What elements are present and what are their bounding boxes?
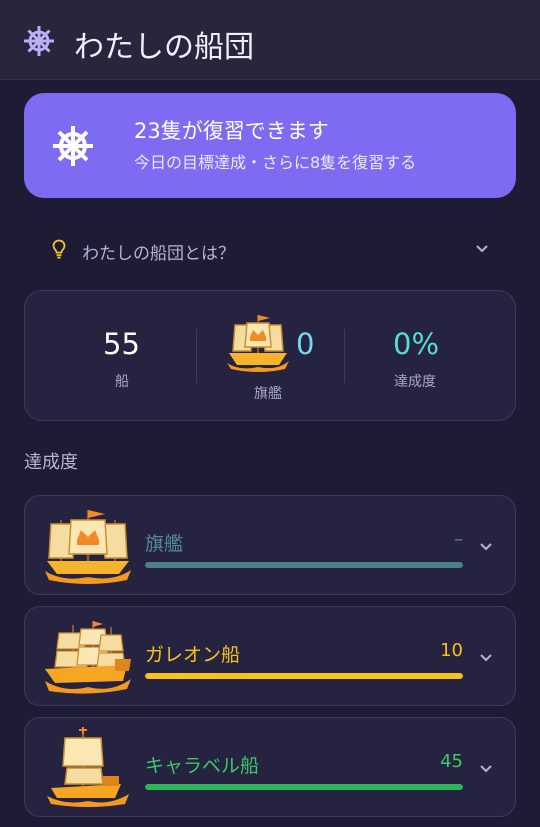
about-fleet-label: わたしの船団とは？ (82, 244, 235, 264)
category-count: – (454, 529, 463, 550)
ship-wheel-icon (53, 126, 93, 166)
completion-label: 達成度 (394, 374, 436, 390)
chevron-down-icon (480, 765, 492, 773)
progress-bar (145, 562, 463, 568)
flagship-count-value: 0 (296, 327, 315, 361)
review-banner[interactable]: 23隻が復習できます 今日の目標達成・さらに8隻を復習する (24, 93, 516, 198)
section-title: 達成度 (24, 452, 78, 473)
category-count: 45 (440, 751, 463, 772)
progress-fill (145, 784, 463, 790)
page-title: わたしの船団 (74, 30, 254, 65)
chevron-down-icon (476, 245, 488, 253)
flagship-count-label: 旗艦 (254, 386, 282, 402)
app-header: わたしの船団 (0, 0, 540, 80)
category-card-flagship[interactable]: 旗艦 – (24, 495, 516, 595)
category-name: 旗艦 (145, 533, 184, 555)
ship-count-value: 55 (103, 327, 140, 361)
review-count-title: 23隻が復習できます (134, 119, 329, 143)
progress-fill (145, 673, 463, 679)
ship-count-label: 船 (115, 374, 129, 390)
category-card-galleon[interactable]: ガレオン船 10 (24, 606, 516, 706)
chevron-down-icon (480, 654, 492, 662)
about-fleet-toggle[interactable]: わたしの船団とは？ (24, 228, 516, 272)
category-count: 10 (440, 640, 463, 661)
category-name: キャラベル船 (145, 755, 260, 777)
lightbulb-icon (52, 239, 66, 259)
chevron-down-icon (480, 543, 492, 551)
stats-divider (196, 329, 197, 383)
ship-wheel-icon (24, 26, 54, 56)
review-subtitle: 今日の目標達成・さらに8隻を復習する (134, 153, 417, 172)
category-name: ガレオン船 (145, 644, 241, 666)
category-card-caravel[interactable]: キャラベル船 45 (24, 717, 516, 817)
flagship-icon (45, 510, 131, 584)
fleet-stats-card: 55 船 0 旗艦 0% 達成度 (24, 290, 516, 421)
progress-bar (145, 784, 463, 790)
stats-divider (344, 329, 345, 383)
completion-value: 0% (393, 327, 440, 361)
flagship-icon (227, 315, 289, 372)
galleon-icon (45, 621, 131, 694)
progress-bar (145, 673, 463, 679)
caravel-icon (47, 727, 129, 807)
